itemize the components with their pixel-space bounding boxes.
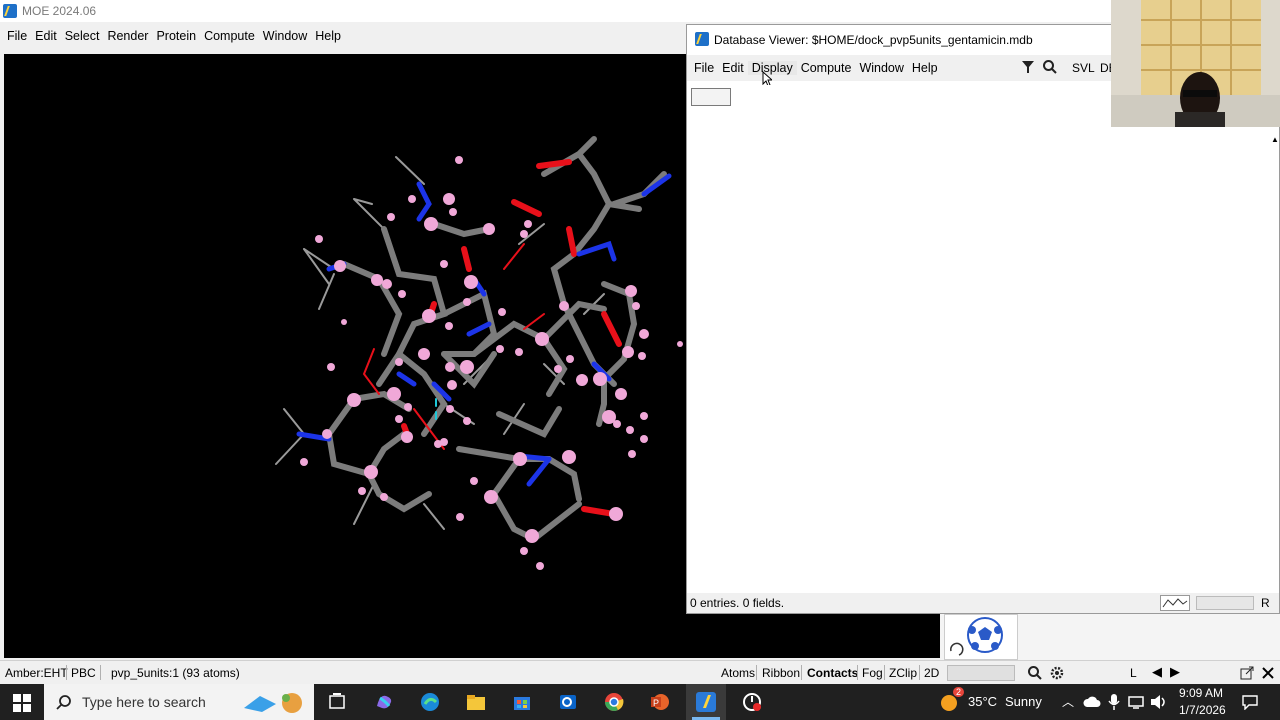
divider (884, 665, 885, 680)
dbv-menu-compute[interactable]: Compute (797, 61, 856, 75)
divider (66, 665, 67, 680)
dbv-menu-file[interactable]: File (690, 61, 718, 75)
soccer-ball-icon (950, 617, 1003, 656)
clock-date[interactable]: 1/7/2026 (1179, 703, 1226, 717)
svg-text:P: P (653, 698, 659, 708)
menu-help[interactable]: Help (311, 29, 345, 43)
clock-time[interactable]: 9:09 AM (1179, 686, 1223, 700)
menu-window[interactable]: Window (259, 29, 311, 43)
outlook-icon[interactable] (558, 692, 578, 712)
2d-button[interactable]: 2D (924, 666, 939, 680)
chrome-icon[interactable] (604, 692, 624, 712)
moe-taskbar-icon (696, 692, 716, 712)
divider (100, 665, 101, 680)
chevron-up-icon[interactable]: ︿ (1062, 693, 1074, 710)
depth-slider[interactable] (947, 665, 1015, 681)
notification-icon[interactable] (1241, 694, 1259, 710)
dbv-header-cell[interactable] (691, 88, 731, 106)
taskbar: Type here to search P 2 35°C Sunny ︿ 9:0… (0, 684, 1280, 720)
dbv-table-area[interactable] (691, 85, 1275, 593)
edge-browser-icon[interactable] (420, 692, 440, 712)
cloud-icon[interactable] (1083, 694, 1101, 710)
dbv-menu-window[interactable]: Window (855, 61, 907, 75)
entries-count: 0 entries. 0 fields. (690, 596, 785, 610)
dbv-app-icon (695, 32, 709, 46)
fog-button[interactable]: Fog (862, 666, 883, 680)
forcefield-label[interactable]: Amber:EHT (5, 666, 68, 680)
search-icon[interactable] (1042, 59, 1058, 78)
r-button[interactable]: R (1261, 596, 1270, 610)
menu-render[interactable]: Render (103, 29, 152, 43)
copilot-icon[interactable] (374, 692, 394, 712)
moe-titlebar: MOE 2024.06 (0, 0, 1280, 22)
prev-icon[interactable]: ◀ (1152, 664, 1162, 680)
task-view-icon[interactable] (327, 692, 347, 712)
taskbar-search[interactable]: Type here to search (44, 684, 314, 720)
search-placeholder: Type here to search (82, 694, 206, 710)
filter-icon[interactable] (1020, 59, 1036, 78)
dbv-statusbar: 0 entries. 0 fields. R (687, 593, 1279, 613)
dbv-menu-display[interactable]: Display (747, 61, 797, 75)
webcam-video (1111, 0, 1280, 127)
moe-taskbar-item[interactable] (686, 684, 726, 720)
rotation-sphere[interactable] (944, 614, 1018, 660)
network-icon[interactable] (1127, 694, 1145, 710)
gear-icon[interactable] (1049, 665, 1065, 681)
menu-edit[interactable]: Edit (31, 29, 61, 43)
menu-compute[interactable]: Compute (200, 29, 259, 43)
menu-file[interactable]: File (3, 29, 31, 43)
ribbon-button[interactable]: Ribbon (762, 666, 800, 680)
search-highlight-icon (244, 693, 302, 713)
moe-menubar: File Edit Select Render Protein Compute … (0, 24, 686, 48)
zclip-button[interactable]: ZClip (889, 666, 917, 680)
system-label: pvp_5units:1 (93 atoms) (111, 666, 240, 680)
file-explorer-icon[interactable] (466, 692, 486, 712)
chart-icon[interactable] (1160, 595, 1190, 611)
pbc-button[interactable]: PBC (71, 666, 96, 680)
window-title: MOE 2024.06 (22, 4, 97, 18)
webcam-overlay (1111, 0, 1280, 127)
windows-start-icon[interactable] (13, 694, 31, 712)
microphone-icon[interactable] (1107, 693, 1121, 711)
powerpoint-icon[interactable]: P (650, 692, 670, 712)
popout-icon[interactable] (1240, 666, 1254, 680)
dbv-menu-edit[interactable]: Edit (718, 61, 748, 75)
divider (756, 665, 757, 680)
divider (857, 665, 858, 680)
svl-button[interactable]: SVL (1072, 61, 1095, 75)
search-icon (56, 695, 71, 710)
zoom-icon[interactable] (1027, 665, 1043, 681)
recording-app-icon[interactable] (742, 692, 762, 712)
dbv-title: Database Viewer: $HOME/dock_pvp5units_ge… (714, 33, 1033, 47)
close-icon[interactable] (1261, 666, 1275, 680)
menu-protein[interactable]: Protein (152, 29, 200, 43)
next-icon[interactable]: ▶ (1170, 664, 1180, 680)
moe-app-icon (3, 4, 17, 18)
moe-statusbar: Amber:EHT PBC pvp_5units:1 (93 atoms) At… (0, 660, 1280, 685)
l-button[interactable]: L (1130, 666, 1137, 680)
dbv-scrollbar[interactable]: ▲ (1271, 135, 1279, 655)
atoms-button[interactable]: Atoms (721, 666, 755, 680)
weather-text[interactable]: Sunny (1005, 694, 1042, 709)
menu-select[interactable]: Select (61, 29, 104, 43)
divider (801, 665, 802, 680)
volume-icon[interactable] (1150, 694, 1168, 710)
temperature-text[interactable]: 35°C (968, 694, 997, 709)
scroll-up-icon[interactable]: ▲ (1271, 135, 1279, 144)
divider (919, 665, 920, 680)
contacts-button[interactable]: Contacts (807, 666, 858, 680)
zoom-slider[interactable] (1196, 596, 1254, 610)
dbv-menu-help[interactable]: Help (908, 61, 942, 75)
weather-badge: 2 (953, 687, 965, 697)
view-control-panel (940, 612, 1280, 660)
store-icon[interactable] (512, 692, 532, 712)
